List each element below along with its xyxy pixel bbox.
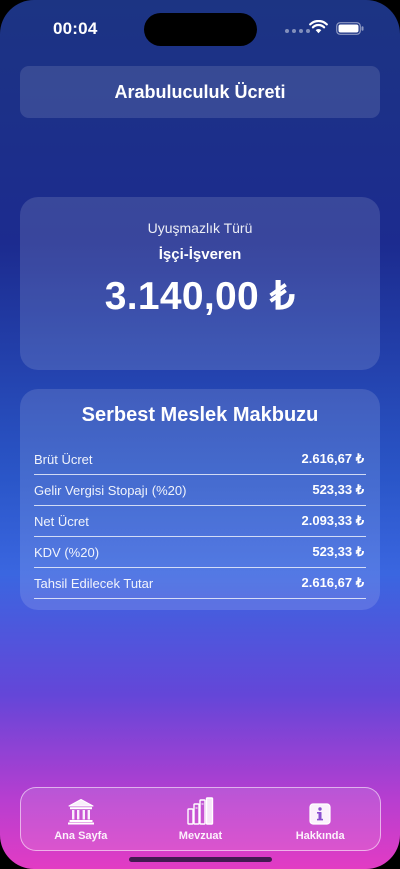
receipt-row-label: Brüt Ücret — [34, 451, 93, 467]
receipt-row-value: 2.616,67 ₺ — [301, 451, 365, 466]
dispute-type-label: Uyuşmazlık Türü — [147, 220, 253, 236]
receipt-row-income-tax: Gelir Vergisi Stopajı (%20) 523,33 ₺ — [34, 475, 366, 506]
status-time: 00:04 — [53, 19, 98, 38]
receipt-row-gross-fee: Brüt Ücret 2.616,67 ₺ — [34, 444, 366, 475]
tab-about[interactable]: Hakkında — [260, 788, 380, 850]
dynamic-island — [144, 13, 257, 46]
mediation-fee-amount: 3.140,00 ₺ — [104, 275, 296, 318]
page-title: Arabuluculuk Ücreti — [114, 81, 286, 102]
receipt-row-value: 523,33 ₺ — [312, 544, 364, 559]
receipt-table: Brüt Ücret 2.616,67 ₺ Gelir Vergisi Stop… — [34, 444, 366, 599]
dispute-type-value: İşçi-İşveren — [158, 246, 242, 263]
receipt-row-total: Tahsil Edilecek Tutar 2.616,67 ₺ — [34, 568, 366, 599]
status-bar: 00:04 — [0, 0, 400, 58]
info-icon — [309, 797, 331, 825]
receipt-row-value: 2.616,67 ₺ — [301, 575, 365, 590]
app-screen: 00:04 Arabuluculuk Ücreti Uyuşmazlık Tür… — [0, 0, 400, 869]
wifi-icon — [309, 20, 328, 34]
home-indicator[interactable] — [129, 857, 272, 862]
cellular-signal-icon — [285, 29, 310, 33]
receipt-row-label: Tahsil Edilecek Tutar — [34, 575, 154, 591]
receipt-row-label: KDV (%20) — [34, 544, 100, 560]
tab-label: Mevzuat — [178, 830, 223, 842]
fee-summary-card: Uyuşmazlık Türü İşçi-İşveren 3.140,00 ₺ — [20, 197, 380, 370]
receipt-row-label: Gelir Vergisi Stopajı (%20) — [34, 482, 187, 498]
courthouse-icon — [67, 797, 95, 825]
tab-label: Ana Sayfa — [54, 830, 108, 842]
receipt-card: Serbest Meslek Makbuzu Brüt Ücret 2.616,… — [20, 389, 380, 610]
receipt-row-vat: KDV (%20) 523,33 ₺ — [34, 537, 366, 568]
receipt-row-value: 523,33 ₺ — [312, 482, 364, 497]
books-icon — [186, 797, 216, 825]
tab-label: Hakkında — [295, 830, 345, 842]
receipt-title: Serbest Meslek Makbuzu — [81, 404, 319, 426]
receipt-row-net-fee: Net Ücret 2.093,33 ₺ — [34, 506, 366, 537]
tab-home[interactable]: Ana Sayfa — [21, 788, 141, 850]
tab-legislation[interactable]: Mevzuat — [141, 788, 261, 850]
receipt-row-value: 2.093,33 ₺ — [301, 513, 365, 528]
receipt-row-label: Net Ücret — [34, 513, 89, 529]
battery-icon — [336, 22, 364, 35]
tab-bar: Ana Sayfa Mevzuat Hakkında — [20, 787, 381, 851]
page-header: Arabuluculuk Ücreti — [20, 66, 380, 118]
